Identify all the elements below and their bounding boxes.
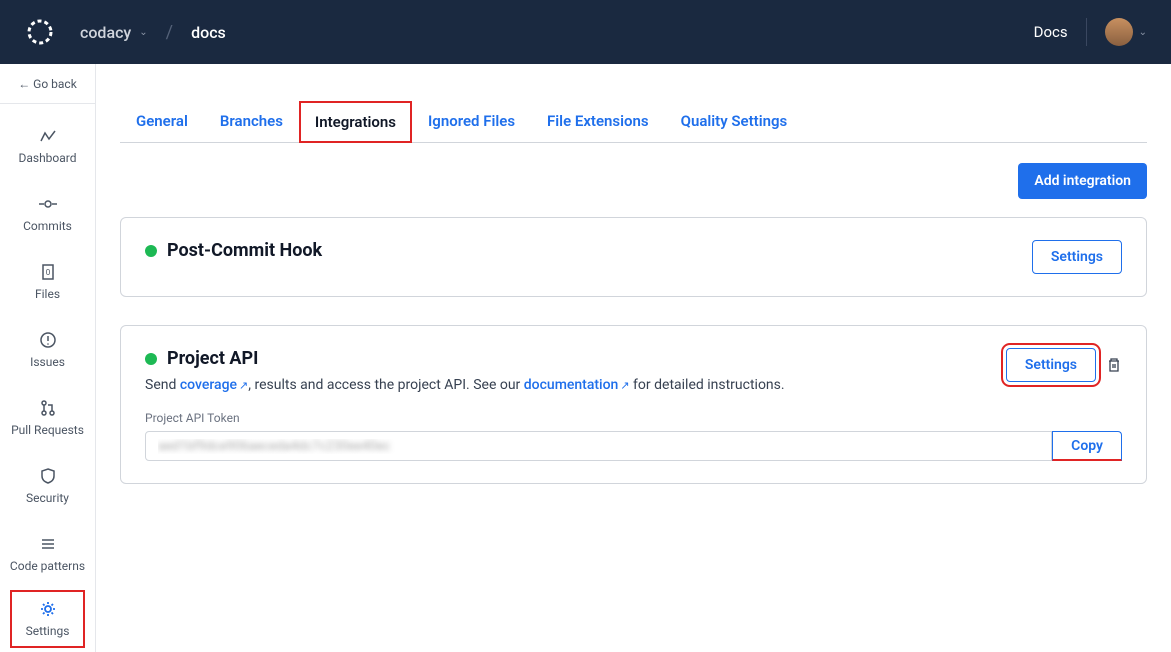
desc-text: for detailed instructions. xyxy=(630,377,785,393)
sidebar-item-label: Commits xyxy=(23,219,72,233)
sidebar-item-label: Pull Requests xyxy=(11,423,84,437)
project-api-token-input[interactable] xyxy=(145,431,1052,461)
sidebar-item-label: Files xyxy=(35,287,60,301)
sidebar-item-dashboard[interactable]: Dashboard xyxy=(0,112,95,180)
sidebar-item-label: Dashboard xyxy=(18,151,76,165)
sidebar-item-settings[interactable]: Settings xyxy=(10,590,85,648)
card-description: Send coverage↗, results and access the p… xyxy=(145,377,785,393)
pull-requests-icon xyxy=(39,399,57,417)
main-content: General Branches Integrations Ignored Fi… xyxy=(96,64,1171,652)
go-back-link[interactable]: ← Go back xyxy=(0,64,95,104)
sidebar: ← Go back Dashboard Commits 0 Files Issu… xyxy=(0,64,96,652)
card-title: Project API xyxy=(167,348,258,369)
tab-branches[interactable]: Branches xyxy=(204,100,299,142)
desc-text: , results and access the project API. Se… xyxy=(248,377,524,393)
sidebar-item-files[interactable]: 0 Files xyxy=(0,248,95,316)
svg-text:0: 0 xyxy=(45,268,50,277)
sidebar-item-label: Code patterns xyxy=(10,559,85,573)
card-project-api: Project API Send coverage↗, results and … xyxy=(120,325,1147,484)
files-icon: 0 xyxy=(39,263,57,281)
status-dot-active xyxy=(145,353,157,365)
settings-tabs: General Branches Integrations Ignored Fi… xyxy=(120,100,1147,143)
org-switcher[interactable]: codacy ⌄ xyxy=(80,23,148,42)
actions-row: Add integration xyxy=(120,163,1147,199)
settings-button[interactable]: Settings xyxy=(1032,240,1122,274)
card-post-commit-hook: Post-Commit Hook Settings xyxy=(120,217,1147,297)
sidebar-items: Dashboard Commits 0 Files Issues Pull Re… xyxy=(0,104,95,652)
tab-general[interactable]: General xyxy=(120,100,204,142)
layout: ← Go back Dashboard Commits 0 Files Issu… xyxy=(0,64,1171,652)
topbar: codacy ⌄ / docs Docs ⌄ xyxy=(0,0,1171,64)
external-link-icon: ↗ xyxy=(239,379,248,392)
sidebar-item-pull-requests[interactable]: Pull Requests xyxy=(0,384,95,452)
avatar xyxy=(1105,18,1133,46)
sidebar-item-security[interactable]: Security xyxy=(0,452,95,520)
desc-text: Send xyxy=(145,377,180,393)
issues-icon xyxy=(39,331,57,349)
sidebar-item-label: Issues xyxy=(30,355,65,369)
org-name-label: codacy xyxy=(80,23,131,42)
trash-icon[interactable] xyxy=(1106,357,1122,373)
breadcrumb-separator: / xyxy=(166,22,173,43)
code-patterns-icon xyxy=(39,535,57,553)
docs-link[interactable]: Docs xyxy=(1034,23,1068,41)
settings-button[interactable]: Settings xyxy=(1006,348,1096,382)
tab-integrations[interactable]: Integrations xyxy=(299,101,412,143)
add-integration-button[interactable]: Add integration xyxy=(1018,163,1147,199)
gear-icon xyxy=(39,600,57,618)
tab-file-extensions[interactable]: File Extensions xyxy=(531,100,665,142)
shield-icon xyxy=(39,467,57,485)
coverage-link[interactable]: coverage↗ xyxy=(180,377,248,393)
tab-ignored-files[interactable]: Ignored Files xyxy=(412,100,531,142)
sidebar-item-code-patterns[interactable]: Code patterns xyxy=(0,520,95,588)
copy-button[interactable]: Copy xyxy=(1052,431,1122,461)
external-link-icon: ↗ xyxy=(620,379,629,392)
sidebar-item-commits[interactable]: Commits xyxy=(0,180,95,248)
codacy-logo[interactable] xyxy=(24,16,56,48)
dashboard-icon xyxy=(39,127,57,145)
topbar-right: Docs ⌄ xyxy=(1034,18,1147,46)
sidebar-item-issues[interactable]: Issues xyxy=(0,316,95,384)
card-title: Post-Commit Hook xyxy=(167,240,322,261)
user-menu[interactable]: ⌄ xyxy=(1086,18,1147,46)
sidebar-item-label: Security xyxy=(26,491,69,505)
chevron-down-icon: ⌄ xyxy=(1139,27,1147,38)
chevron-down-icon: ⌄ xyxy=(139,27,147,38)
repo-name: docs xyxy=(191,23,226,42)
token-field-label: Project API Token xyxy=(145,411,1122,425)
status-dot-active xyxy=(145,245,157,257)
commits-icon xyxy=(39,195,57,213)
tab-quality-settings[interactable]: Quality Settings xyxy=(665,100,804,142)
sidebar-item-label: Settings xyxy=(26,624,70,638)
token-row: Copy xyxy=(145,431,1122,461)
documentation-link[interactable]: documentation↗ xyxy=(524,377,630,393)
